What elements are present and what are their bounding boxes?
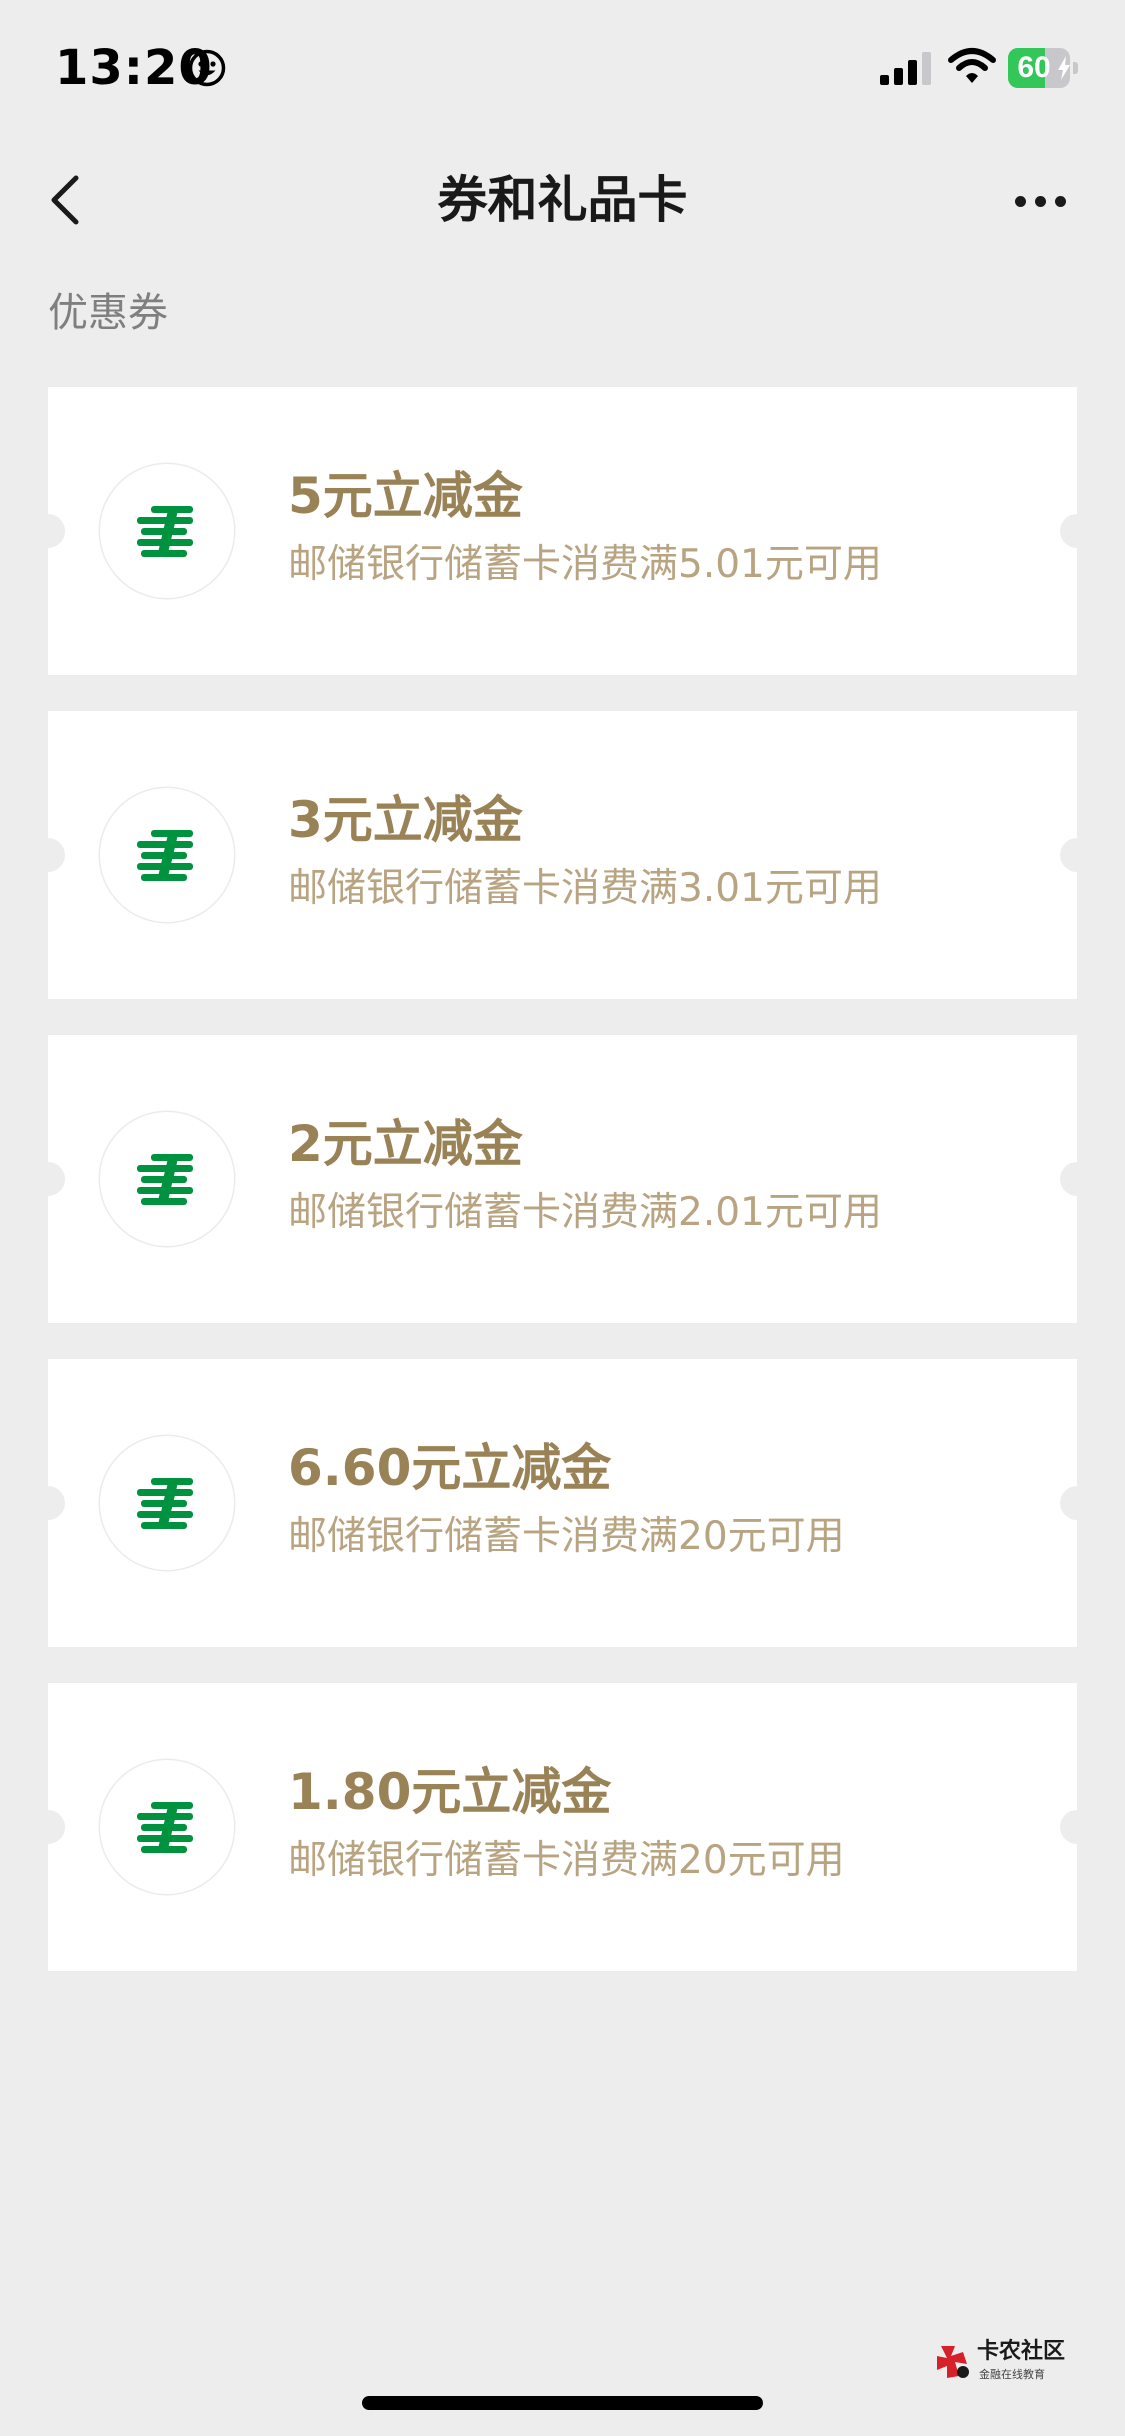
ticket-notch [1060,514,1094,548]
ticket-notch [31,1810,65,1844]
coupon-title: 2元立减金 [288,1115,523,1173]
nav-bar: 券和礼品卡 [0,140,1125,260]
postal-bank-logo [100,1436,234,1570]
more-dots-icon [1055,196,1066,207]
coupon-desc: 邮储银行储蓄卡消费满5.01元可用 [288,542,882,587]
coupon-card[interactable]: 6.60元立减金 邮储银行储蓄卡消费满20元可用 [31,1359,1094,1647]
coupon-title: 5元立减金 [288,467,523,525]
coupon-title: 6.60元立减金 [288,1439,612,1497]
page-title: 券和礼品卡 [437,171,688,229]
coupon-desc: 邮储银行储蓄卡消费满2.01元可用 [288,1190,882,1235]
ticket-notch [1060,1162,1094,1196]
coupon-card[interactable]: 2元立减金 邮储银行储蓄卡消费满2.01元可用 [31,1035,1094,1323]
coupon-desc: 邮储银行储蓄卡消费满3.01元可用 [288,866,882,911]
battery-body: 60 [1008,48,1070,88]
wifi-icon [948,48,996,83]
postal-bank-logo [100,1760,234,1894]
coupon-desc: 邮储银行储蓄卡消费满20元可用 [288,1838,845,1883]
ticket-notch [1060,1810,1094,1844]
postal-bank-logo [100,464,234,598]
home-indicator[interactable] [362,2396,763,2410]
coupon-card[interactable]: 5元立减金 邮储银行储蓄卡消费满5.01元可用 [31,387,1094,675]
ticket-notch [31,514,65,548]
postal-bank-logo [100,788,234,922]
battery-icon: 60 [1008,48,1078,88]
section-label: 优惠券 [48,290,168,336]
ticket-notch [31,1162,65,1196]
watermark-name: 卡农社区 [977,2339,1066,2364]
ticket-notch [1060,838,1094,872]
more-button[interactable] [996,170,1086,230]
battery-cap [1073,62,1078,74]
bolt-icon [1058,56,1070,80]
smiley-icon [188,49,226,87]
ticket-notch [1060,1486,1094,1520]
coupon-desc: 邮储银行储蓄卡消费满20元可用 [288,1514,845,1559]
kanong-logo-icon [937,2346,969,2378]
coupon-list: 5元立减金 邮储银行储蓄卡消费满5.01元可用 3元立减金 邮储银行储蓄卡消费满… [31,387,1094,2007]
watermark-subtitle: 金融在线教育 [979,2368,1045,2381]
ticket-notch [31,1486,65,1520]
coupon-title: 1.80元立减金 [288,1763,612,1821]
ticket-notch [31,838,65,872]
more-dots-icon [1015,196,1026,207]
more-dots-icon [1035,196,1046,207]
postal-bank-logo [100,1112,234,1246]
battery-level: 60 [1017,51,1051,84]
watermark: 卡农社区 金融在线教育 [933,2332,1093,2402]
coupon-card[interactable]: 1.80元立减金 邮储银行储蓄卡消费满20元可用 [31,1683,1094,1971]
coupon-title: 3元立减金 [288,791,523,849]
coupon-card[interactable]: 3元立减金 邮储银行储蓄卡消费满3.01元可用 [31,711,1094,999]
signal-icon [880,52,931,85]
status-bar: 13:20 60 [0,0,1125,135]
